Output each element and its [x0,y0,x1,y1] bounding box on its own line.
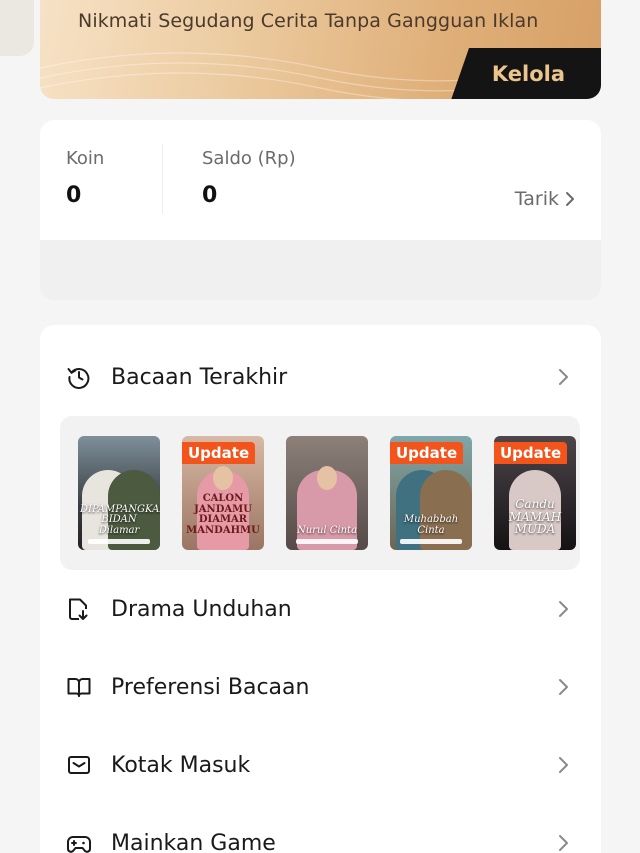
wallet-summary: Koin 0 Saldo (Rp) 0 Tarik [40,120,601,240]
menu-label-games: Mainkan Game [111,830,276,853]
coin-label: Koin [66,148,105,169]
recent-book-4[interactable]: Muhabbah Cinta Update [390,436,472,550]
chevron-right-icon [559,835,568,851]
withdraw-label: Tarik [514,188,559,210]
book-face [317,466,337,490]
menu-item-recent-reading[interactable]: Bacaan Terakhir [40,347,601,407]
book-open-icon [67,678,91,697]
menu-item-inbox[interactable]: Kotak Masuk [40,735,601,795]
manage-subscription-button[interactable]: Kelola [451,48,601,99]
menu-item-games[interactable]: Mainkan Game [40,813,601,853]
book-cover-title: Nurul Cinta [296,524,358,536]
download-icon [69,598,88,620]
mail-icon [68,756,90,774]
book-cover-title: DIPAMPANGKAN BIDAN Dilamar [80,503,160,536]
menu-label-inbox: Kotak Masuk [111,752,251,778]
menu-item-downloads[interactable]: Drama Unduhan [40,579,601,639]
book-face [213,466,233,490]
update-badge: Update [390,442,464,464]
update-badge: Update [494,442,568,464]
book-cover-bar [88,539,150,544]
coin-balance: Koin 0 [66,148,104,208]
chevron-right-icon [559,679,568,695]
recent-book-1[interactable]: DIPAMPANGKAN BIDAN Dilamar [78,436,160,550]
withdraw-button[interactable]: Tarik [515,188,575,210]
chevron-right-icon [566,192,574,206]
coin-value: 0 [66,183,82,208]
recent-book-2[interactable]: CALON JANDAMU DIAMAR MANDAHMU Update [182,436,264,550]
book-cover-title: Candu MAMAH MUDA [508,497,562,537]
update-badge: Update [182,442,256,464]
balance-label: Saldo (Rp) [202,148,296,169]
book-cover-title: CALON JANDAMU DIAMAR MANDAHMU [186,493,260,536]
vip-banner-text: Nikmati Segudang Cerita Tanpa Gangguan I… [78,10,539,32]
book-figure [420,470,472,550]
menu-item-reading-preferences[interactable]: Preferensi Bacaan [40,657,601,717]
vip-banner[interactable]: Nikmati Segudang Cerita Tanpa Gangguan I… [40,0,601,99]
wallet-divider [162,144,163,214]
recent-book-3[interactable]: Nurul Cinta [286,436,368,550]
menu-label-reading-preferences: Preferensi Bacaan [111,674,310,700]
chevron-right-icon [559,601,568,617]
book-cover-title: Muhabbah Cinta [403,514,459,536]
recent-books-strip[interactable]: DIPAMPANGKAN BIDAN Dilamar CALON JANDAMU… [60,416,580,570]
wallet-card: Koin 0 Saldo (Rp) 0 Tarik [40,120,601,300]
money-balance: Saldo (Rp) 0 [202,148,296,208]
book-cover-bar [296,539,358,544]
gamepad-icon [67,836,91,853]
history-icon [67,368,90,389]
book-cover-bar [400,539,462,544]
previous-card-peek [0,0,34,56]
chevron-right-icon [559,369,568,385]
menu-label-recent-reading: Bacaan Terakhir [111,364,288,390]
chevron-right-icon [559,757,568,773]
recent-book-5[interactable]: Candu MAMAH MUDA Update [494,436,576,550]
menu-label-downloads: Drama Unduhan [111,596,292,622]
menu-card: Bacaan Terakhir DIPAMPANGKAN BIDAN Dilam… [40,325,601,853]
balance-value: 0 [202,183,218,208]
